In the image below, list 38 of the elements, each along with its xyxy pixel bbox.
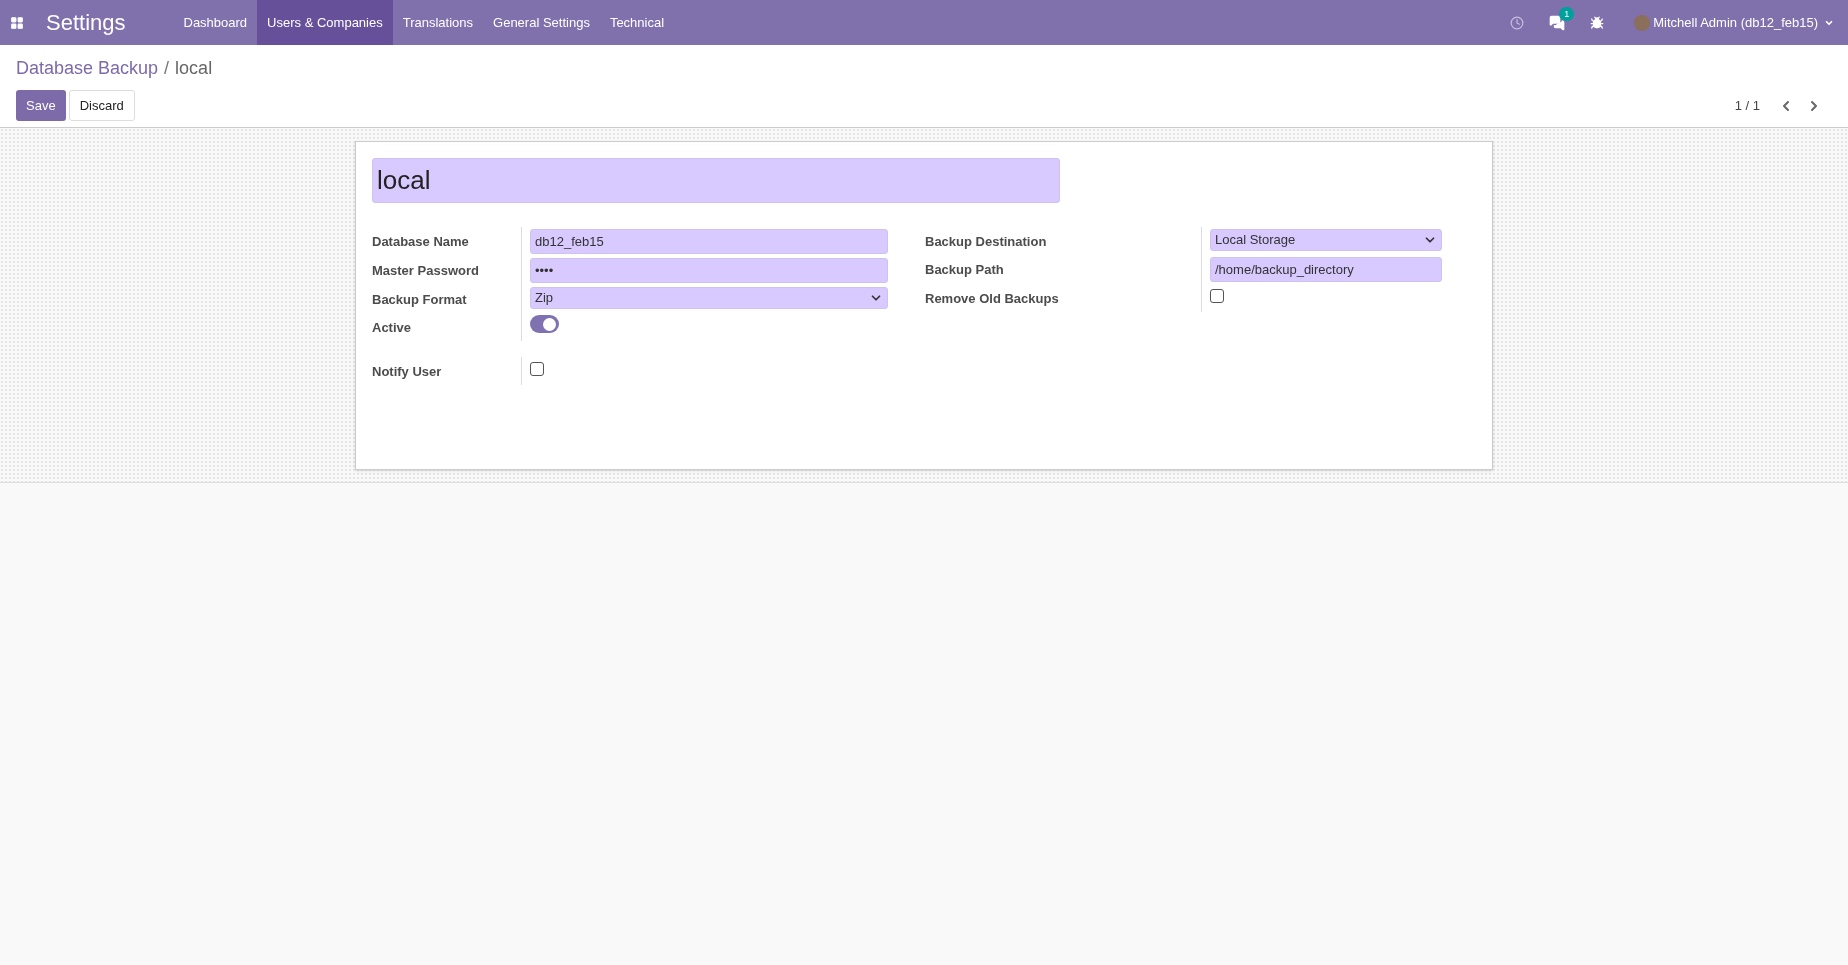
name-field[interactable]: local [372,158,1060,203]
field-label: Backup Destination [925,234,1047,249]
menu-item[interactable]: Users & Companies [257,0,393,45]
app-title: Settings [46,9,126,37]
bug-icon[interactable] [1590,15,1605,30]
input-field[interactable]: db12_feb15 [530,229,888,254]
menu-item[interactable]: Technical [599,0,675,45]
field-label: Notify User [372,364,442,379]
toggle-switch[interactable] [530,315,559,333]
input-field[interactable]: /home/backup_directory [1210,257,1442,282]
menu-item[interactable]: Dashboard [173,0,258,45]
menu-item[interactable]: General Settings [483,0,600,45]
user-menu[interactable]: Mitchell Admin (db12_feb15) [1653,12,1818,33]
select-field[interactable]: Local Storage [1210,229,1442,251]
apps-menu-icon[interactable] [10,15,24,30]
checkbox[interactable] [1210,289,1224,303]
select-field[interactable]: Zip [530,287,888,309]
field-label: Master Password [372,263,479,278]
clock-icon[interactable] [1510,15,1525,30]
avatar [1634,14,1651,31]
input-field[interactable]: •••• [530,258,888,283]
message-count-badge: 1 [1559,6,1575,21]
checkbox[interactable] [530,362,544,376]
menu-item[interactable]: Translations [392,0,484,45]
field-label: Remove Old Backups [925,291,1059,306]
breadcrumb-current: local [175,57,213,80]
field-label: Database Name [372,234,469,249]
field-label: Backup Path [925,262,1004,277]
select-value: Zip [535,289,554,308]
field-label: Backup Format [372,292,467,307]
breadcrumb-separator: / [164,57,170,80]
discard-button[interactable]: Discard [68,90,135,121]
field-label: Active [372,320,412,335]
select-value: Local Storage [1215,231,1296,250]
save-button[interactable]: Save [16,90,66,121]
breadcrumb-link[interactable]: Database Backup [16,55,159,82]
chat-icon[interactable] [1549,14,1566,31]
pager-counter: 1 / 1 [1734,96,1760,115]
